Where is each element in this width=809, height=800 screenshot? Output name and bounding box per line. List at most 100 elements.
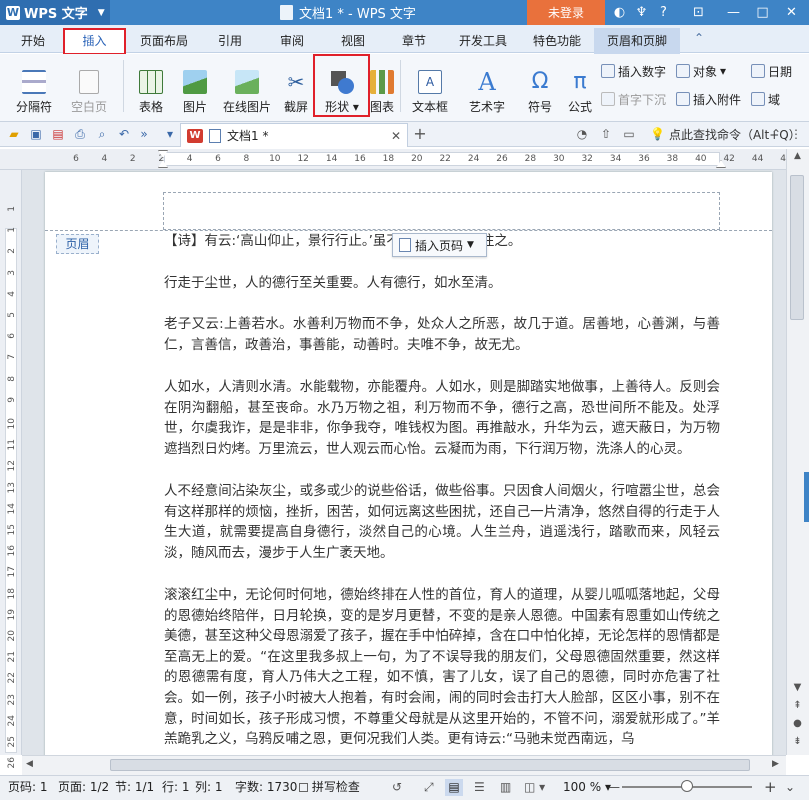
minimize-icon[interactable]: — [725,4,742,21]
status-pages[interactable]: 页面: 1/2 [58,779,109,796]
wordart-button[interactable]: A 艺术字 [460,58,514,114]
paragraph-5[interactable]: 人不经意间沾染灰尘，或多或少的说些俗话，做些俗事。只因食人间烟火，行喧嚣尘世，总… [164,481,720,563]
horizontal-scroll-thumb[interactable] [110,759,750,771]
tab-insert[interactable]: 插入 [63,28,126,55]
tab-review[interactable]: 审阅 [270,29,314,53]
redo-more-icon[interactable]: » [136,126,152,142]
scroll-right-icon[interactable]: ▶ [772,759,784,771]
wps-doc-icon: W [187,128,203,143]
blank-page-icon [79,70,99,94]
tab-page-layout[interactable]: 页面布局 [133,29,195,53]
skin-icon[interactable]: ◐ [611,4,628,21]
symbol-button[interactable]: Ω 符号 [521,58,559,115]
outline-view-icon[interactable]: ☰ [474,779,485,796]
close-icon[interactable]: ✕ [783,4,800,21]
maximize-icon[interactable]: □ [754,4,771,21]
next-page-icon[interactable]: ⇟ [791,736,804,750]
tab-features[interactable]: 特色功能 [526,29,588,53]
object-button[interactable]: 对象 ▾ [676,62,726,80]
customize-icon[interactable]: ▾ [162,126,178,142]
paragraph-6[interactable]: 滚滚红尘中，无论何时何地，德始终排在人性的首位，育人的道理，从婴儿呱呱落地起，父… [164,585,720,753]
field-button[interactable]: 域 [751,90,780,108]
textbox-button[interactable]: A 文本框 [405,58,455,114]
picture-button[interactable]: 图片 [174,58,216,114]
paragraph-2[interactable]: 行走于尘世，人的德行至关重要。人有德行，如水至清。 [164,273,720,294]
insert-number-button[interactable]: 插入数字 [601,62,666,80]
ruler-tick-label: 2 [7,248,17,255]
status-more-icon[interactable]: ⌄ [785,779,795,796]
formula-button[interactable]: π 公式 [563,58,597,115]
side-panel-handle[interactable] [804,472,809,522]
help-icon[interactable]: ? [655,4,672,21]
save-icon[interactable]: ▣ [28,126,44,142]
chart-button[interactable]: 图表 [368,58,396,114]
previous-page-icon[interactable]: ⇞ [791,700,804,714]
scroll-down-icon[interactable]: ▼ [791,682,804,696]
ruler-tick-label: 4 [186,154,193,164]
history-icon[interactable]: ◔ [574,126,590,142]
track-changes-icon[interactable]: ↺ [392,779,402,796]
undo-icon[interactable]: ↶ [116,126,132,142]
status-col[interactable]: 列: 1 [195,779,223,796]
shirt-icon[interactable]: ♆ [633,4,650,21]
document-tab[interactable]: W 文档1 * ✕ [180,123,408,147]
status-row[interactable]: 行: 1 [162,779,190,796]
page-view-icon[interactable]: ▤ [445,779,463,796]
web-view-icon[interactable]: ◫ ▾ [524,779,545,796]
ruler-tick-label: 1 [7,227,17,233]
scroll-left-icon[interactable]: ◀ [26,759,38,771]
preview-icon[interactable]: ⌕ [94,126,110,142]
app-menu-button[interactable]: W WPS 文字 ▼ [0,0,110,25]
tab-chapter[interactable]: 章节 [392,29,436,53]
paragraph-3[interactable]: 老子又云:上善若水。水善利万物而不争，处众人之所恶，故几于道。居善地，心善渊，与… [164,314,720,355]
blank-page-button[interactable]: 空白页 [62,58,116,114]
print-icon[interactable]: ⎙ [72,126,88,142]
attachment-button[interactable]: 插入附件 [676,90,741,108]
zoom-slider-knob[interactable] [681,780,693,792]
tab-home[interactable]: 开始 [10,29,56,53]
header-tag[interactable]: 页眉 [56,234,99,254]
screenshot-button[interactable]: ✂ 截屏 [278,58,314,114]
window-icon[interactable]: ⊡ [690,4,707,21]
date-button[interactable]: 日期 [751,62,792,80]
separator-button[interactable]: 分隔符 [8,58,60,114]
spell-check-toggle[interactable]: 拼写检查 [299,779,360,796]
insert-page-number-button[interactable]: 插入页码 ▼ [392,233,487,257]
zoom-in-icon[interactable]: + [764,779,777,796]
tab-header-footer[interactable]: 页眉和页脚 [594,28,680,54]
scroll-up-icon[interactable]: ▲ [791,151,804,165]
share-icon[interactable]: ⇧ [598,126,614,142]
zoom-level[interactable]: 100 % ▾ [563,779,611,796]
tab-developer[interactable]: 开发工具 [452,29,514,53]
comment-icon[interactable]: ▭ [621,126,637,142]
reading-view-icon[interactable]: ▥ [500,779,511,796]
online-picture-button[interactable]: 在线图片 [220,58,274,114]
tab-references[interactable]: 引用 [208,29,252,53]
status-section[interactable]: 节: 1/1 [115,779,154,796]
close-tab-icon[interactable]: ✕ [391,129,401,143]
ruler-tick-label: 1 [7,206,17,212]
symbol-label: 符号 [527,100,552,114]
tab-view[interactable]: 视图 [331,29,375,53]
paragraph-4[interactable]: 人如水，人清则水清。水能载物，亦能覆舟。人如水，则是脚踏实地做事，上善待人。反则… [164,377,720,459]
open-icon[interactable]: ▰ [6,126,22,142]
dropcap-button[interactable]: 首字下沉 [601,90,666,108]
ruler-tick-label: 16 [354,154,366,164]
vertical-scroll-thumb[interactable] [790,175,804,320]
collapse-icon[interactable]: ⌃ [768,126,784,142]
options-icon[interactable]: ⋮ [788,126,804,142]
ruler-tick-label: 30 [553,154,565,164]
status-page[interactable]: 页码: 1 [8,779,48,796]
fullscreen-icon[interactable]: ⤢ [424,779,434,796]
new-tab-icon[interactable]: + [412,126,428,142]
pdf-icon[interactable]: ▤ [50,126,66,142]
zoom-out-icon[interactable]: — [608,779,620,796]
collapse-ribbon-icon[interactable]: ⌃ [694,31,704,45]
ruler-tick-label: 18 [382,154,395,164]
login-button[interactable]: 未登录 [527,0,605,25]
table-button[interactable]: 表格 [130,58,172,114]
select-browse-icon[interactable]: ● [791,718,804,732]
status-word-count[interactable]: 字数: 1730 [235,779,297,796]
separator-label: 分隔符 [15,100,52,114]
header-region[interactable] [163,192,720,230]
